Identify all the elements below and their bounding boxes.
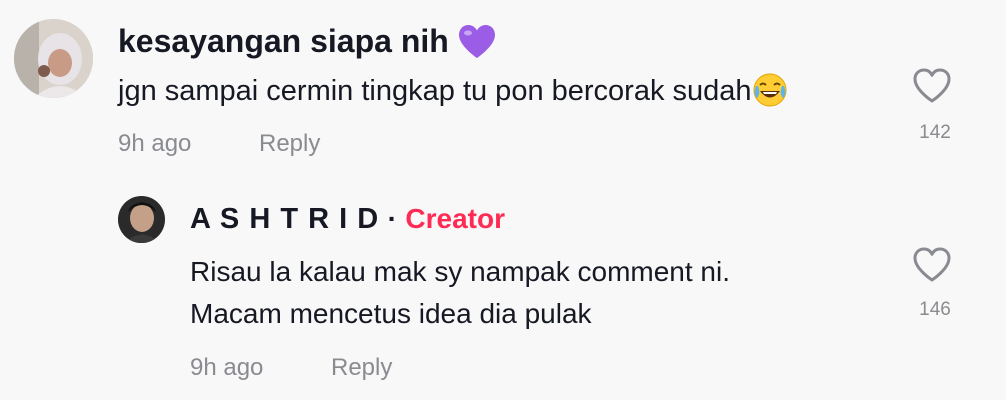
comment-text-content: jgn sampai cermin tingkap tu pon bercora… (118, 75, 752, 107)
reply-like-count: 146 (919, 299, 951, 320)
commenter-username-text: kesayangan siapa nih (118, 23, 449, 59)
commenter-username[interactable]: kesayangan siapa nih (118, 21, 496, 64)
commenter-avatar[interactable] (14, 19, 93, 98)
heart-outline-icon (913, 247, 951, 282)
creator-badge: Creator (405, 203, 505, 234)
reply-timestamp: 9h ago (190, 354, 264, 381)
reply-header: A S H T R I D · Creator (190, 199, 505, 244)
comment-like-button[interactable] (913, 68, 951, 109)
reply-avatar[interactable] (118, 196, 165, 243)
comment-timestamp: 9h ago (118, 130, 192, 157)
comment-reply-button[interactable]: Reply (259, 128, 320, 160)
reply-text-line-2: Macam mencetus idea dia pulak (190, 298, 592, 329)
reply-text-line-1: Risau la kalau mak sy nampak comment ni. (190, 256, 730, 287)
reply-username[interactable]: A S H T R I D (190, 203, 379, 235)
comment-text: jgn sampai cermin tingkap tu pon bercora… (118, 72, 788, 112)
reply-separator: · (387, 203, 397, 234)
reply-like-button[interactable] (913, 247, 951, 288)
tears-of-joy-icon (752, 72, 788, 112)
comment-like-count: 142 (919, 122, 951, 143)
heart-outline-icon (913, 68, 951, 103)
purple-heart-icon (458, 24, 496, 64)
reply-reply-button[interactable]: Reply (331, 352, 392, 384)
